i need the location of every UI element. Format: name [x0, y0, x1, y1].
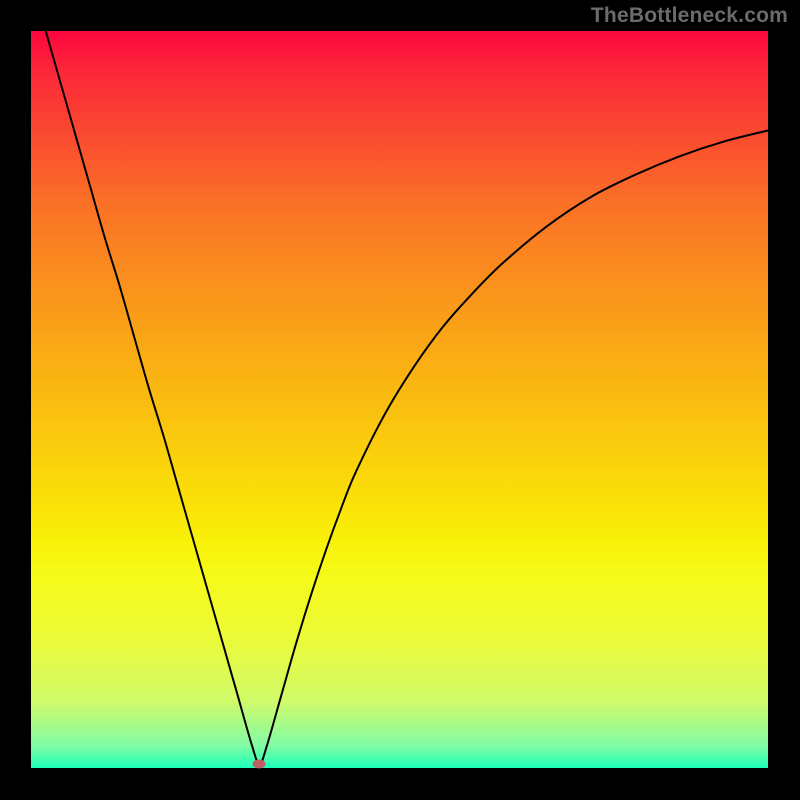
optimal-point-marker: [253, 760, 266, 769]
watermark-text: TheBottleneck.com: [591, 4, 788, 28]
plot-area: [31, 31, 768, 768]
bottleneck-curve: [31, 31, 768, 768]
